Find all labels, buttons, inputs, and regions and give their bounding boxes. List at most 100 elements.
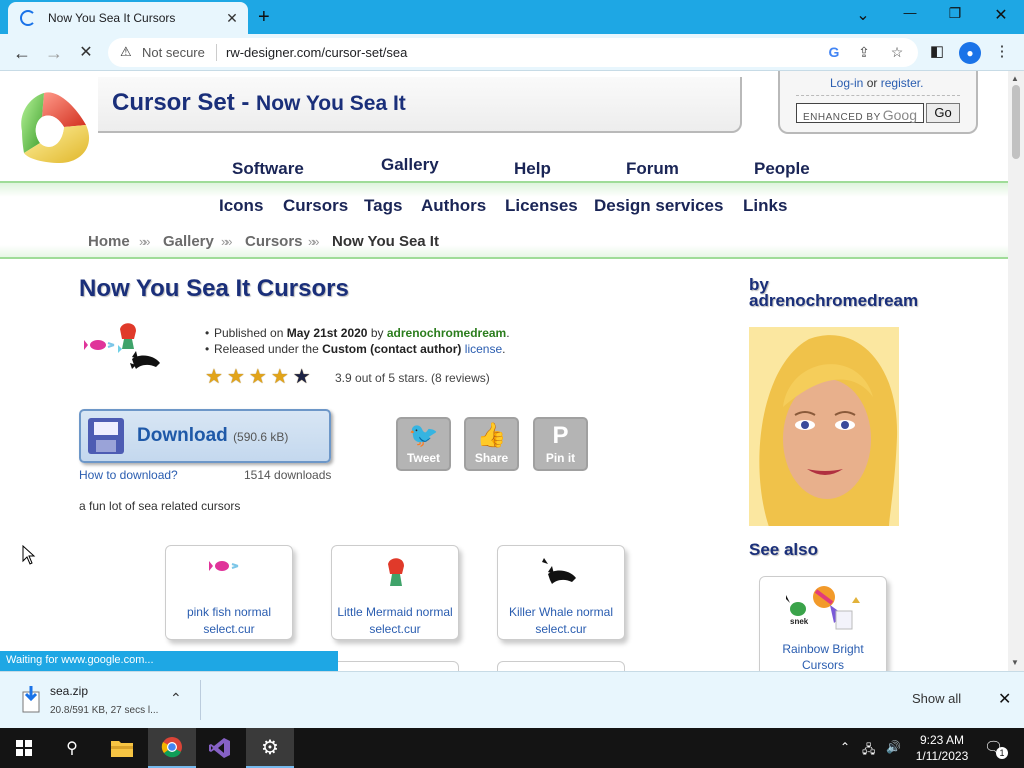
- star-icon[interactable]: ★: [293, 367, 311, 387]
- profile-avatar-icon[interactable]: ●: [959, 42, 981, 64]
- search-input[interactable]: ENHANCED BY Goog: [796, 103, 924, 123]
- tweet-button[interactable]: 🐦 Tweet: [396, 417, 451, 471]
- subnav-tags[interactable]: Tags: [364, 196, 402, 216]
- star-icon[interactable]: ★: [249, 367, 267, 387]
- cursor-set-preview-image: [84, 323, 160, 369]
- star-icon[interactable]: ★: [205, 367, 223, 387]
- cursor-card-next-row[interactable]: [497, 661, 625, 671]
- topnav-forum[interactable]: Forum: [626, 159, 679, 179]
- windows-start-icon[interactable]: [0, 728, 48, 768]
- share-button[interactable]: 👍 Share: [464, 417, 519, 471]
- visual-studio-icon[interactable]: [196, 728, 244, 768]
- download-button[interactable]: Download (590.6 kB): [79, 409, 331, 463]
- download-progress-text: 20.8/591 KB, 27 secs l...: [50, 705, 159, 716]
- page-heading: Now You Sea It Cursors: [79, 275, 349, 302]
- subnav-links[interactable]: Links: [743, 196, 787, 216]
- license-link[interactable]: license: [465, 342, 502, 356]
- stop-loading-icon[interactable]: ✕: [73, 40, 99, 66]
- close-window-button[interactable]: ✕: [986, 5, 1016, 25]
- subnav-design-services[interactable]: Design services: [594, 196, 723, 216]
- tab-search-chevron-icon[interactable]: ⌄: [848, 5, 878, 25]
- network-icon[interactable]: 🖧: [862, 740, 875, 761]
- rainbow-bright-thumbnail-image: [786, 586, 860, 630]
- shelf-divider: [200, 680, 201, 720]
- new-tab-button[interactable]: +: [258, 6, 270, 29]
- author-link[interactable]: adrenochromedream: [387, 326, 506, 340]
- star-icon[interactable]: ★: [271, 367, 289, 387]
- side-panel-icon[interactable]: ◧: [926, 42, 948, 60]
- settings-gear-icon[interactable]: ⚙: [246, 728, 294, 768]
- show-all-button[interactable]: Show all: [912, 691, 961, 706]
- subnav-band: Icons Cursors Tags Authors Licenses Desi…: [0, 181, 1008, 259]
- login-or-text: or: [866, 76, 878, 90]
- restore-button[interactable]: ❐: [940, 5, 970, 22]
- see-also-card-rainbow-bright[interactable]: snek Rainbow Bright Cursors: [759, 576, 887, 671]
- cursor-card-killer-whale[interactable]: Killer Whale normal select.cur: [497, 545, 625, 640]
- subnav-icons[interactable]: Icons: [219, 196, 263, 216]
- thumbs-up-icon: 👍: [476, 422, 507, 449]
- login-divider: [796, 95, 960, 96]
- author-avatar-image[interactable]: [749, 327, 899, 526]
- subnav-authors[interactable]: Authors: [421, 196, 486, 216]
- minimize-button[interactable]: —: [895, 5, 925, 20]
- set-description: a fun lot of sea related cursors: [79, 499, 241, 513]
- rating-text: 3.9 out of 5 stars. (8 reviews): [335, 371, 490, 385]
- register-link[interactable]: register.: [881, 76, 924, 90]
- cursor-card-little-mermaid[interactable]: Little Mermaid normal select.cur: [331, 545, 459, 640]
- topnav-gallery[interactable]: Gallery: [381, 155, 439, 175]
- see-also-name-line1: Rainbow Bright: [782, 642, 864, 656]
- chrome-icon[interactable]: [148, 728, 196, 768]
- chevron-up-icon[interactable]: ⌃: [170, 690, 182, 707]
- search-icon[interactable]: ⚲: [48, 728, 96, 768]
- site-title: Cursor Set - Now You Sea It: [112, 89, 406, 117]
- download-file-name[interactable]: sea.zip: [50, 684, 88, 698]
- page-scrollbar[interactable]: ▲ ▼: [1008, 71, 1024, 671]
- subnav-licenses[interactable]: Licenses: [505, 196, 578, 216]
- topnav-software[interactable]: Software: [232, 159, 304, 179]
- file-explorer-icon[interactable]: [98, 728, 146, 768]
- scroll-up-arrow-icon[interactable]: ▲: [1011, 74, 1019, 83]
- warning-triangle-icon[interactable]: ⚠: [120, 44, 132, 60]
- how-to-download-link[interactable]: How to download?: [79, 468, 178, 482]
- address-bar[interactable]: ⚠ Not secure rw-designer.com/cursor-set/…: [108, 38, 918, 67]
- tray-chevron-up-icon[interactable]: ⌃: [840, 740, 850, 754]
- login-link[interactable]: Log-in: [830, 76, 863, 90]
- cursor-card-next-row[interactable]: [331, 661, 459, 671]
- security-label[interactable]: Not secure: [142, 45, 205, 60]
- rating-stars[interactable]: ★ ★ ★ ★ ★: [205, 367, 315, 387]
- breadcrumb-home[interactable]: Home: [88, 233, 130, 250]
- pin-it-button[interactable]: P Pin it: [533, 417, 588, 471]
- back-arrow-icon[interactable]: ←: [9, 40, 35, 66]
- star-icon[interactable]: ★: [227, 367, 245, 387]
- system-clock[interactable]: 9:23 AM 1/11/2023: [912, 732, 972, 764]
- scroll-down-arrow-icon[interactable]: ▼: [1011, 658, 1019, 667]
- tweet-label: Tweet: [406, 451, 441, 465]
- url-text[interactable]: rw-designer.com/cursor-set/sea: [226, 45, 407, 60]
- browser-toolbar: ← → ✕ ⚠ Not secure rw-designer.com/curso…: [0, 34, 1024, 71]
- search-go-button[interactable]: Go: [926, 103, 960, 123]
- breadcrumb-gallery[interactable]: Gallery: [163, 233, 214, 250]
- cursor-card-pink-fish[interactable]: pink fish normal select.cur: [165, 545, 293, 640]
- cursor-file: select.cur: [203, 622, 255, 636]
- subnav-cursors[interactable]: Cursors: [283, 196, 348, 216]
- sidebar-author-link[interactable]: adrenochromedream: [749, 292, 918, 309]
- metadata-list: Published on May 21st 2020 by adrenochro…: [205, 325, 510, 357]
- breadcrumb-separator-icon: »»: [221, 234, 233, 249]
- cursor-file: select.cur: [535, 622, 587, 636]
- topnav-people[interactable]: People: [754, 159, 810, 179]
- rw-designer-logo-icon[interactable]: [14, 87, 96, 167]
- forward-arrow-icon[interactable]: →: [41, 40, 67, 66]
- zip-file-icon[interactable]: [20, 686, 44, 714]
- browser-tab[interactable]: Now You Sea It Cursors ✕: [8, 2, 248, 34]
- bookmark-star-icon[interactable]: ☆: [887, 44, 907, 61]
- menu-kebab-icon[interactable]: ⋮: [991, 42, 1013, 60]
- breadcrumb-cursors[interactable]: Cursors: [245, 233, 303, 250]
- search-brand: Goog: [882, 107, 917, 123]
- scrollbar-thumb[interactable]: [1012, 85, 1020, 159]
- google-translate-icon[interactable]: G: [824, 44, 844, 60]
- share-icon[interactable]: ⇪: [854, 44, 874, 61]
- topnav-help[interactable]: Help: [514, 159, 551, 179]
- volume-icon[interactable]: 🔊: [886, 740, 901, 754]
- tab-close-icon[interactable]: ✕: [224, 10, 240, 27]
- close-shelf-icon[interactable]: ✕: [998, 689, 1011, 709]
